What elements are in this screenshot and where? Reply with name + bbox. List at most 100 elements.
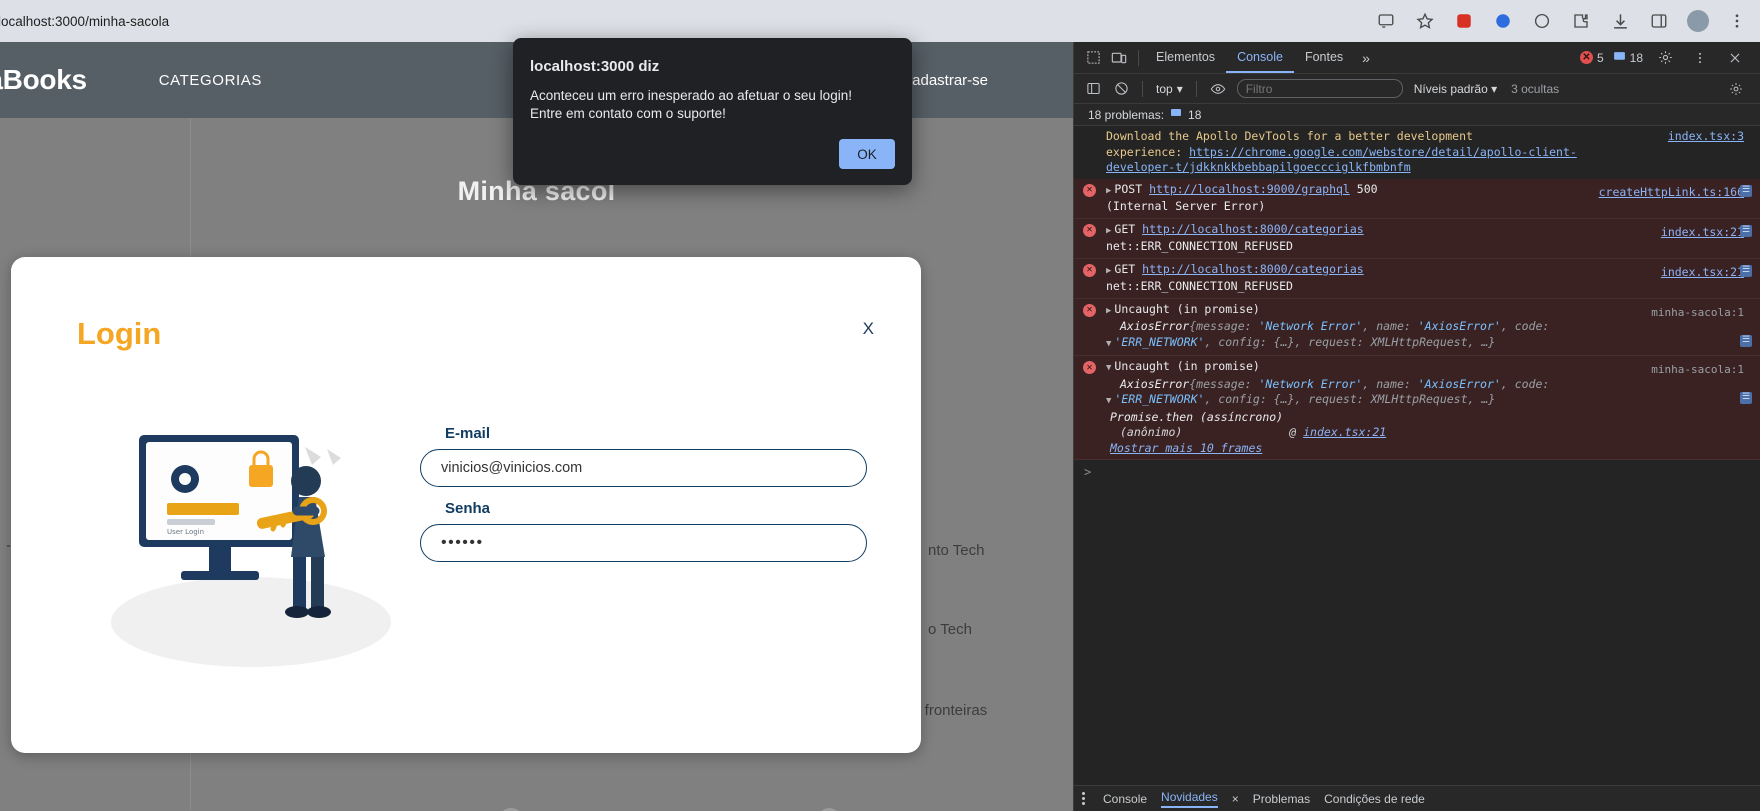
devtools-tabbar: Elementos Console Fontes » ✕ 5 18 xyxy=(1074,42,1760,74)
devtools-close-icon[interactable] xyxy=(1722,45,1748,71)
context-selector-value: top xyxy=(1156,81,1173,96)
get2-source-link[interactable]: index.tsx:21 xyxy=(1661,265,1744,281)
nav-item-cadastrar-se[interactable]: Cadastrar-se xyxy=(901,72,988,89)
extension-blue-icon[interactable] xyxy=(1492,10,1514,32)
devtools-kebab-icon[interactable] xyxy=(1687,45,1713,71)
uncaught1-str-c: 'ERR_NETWORK' xyxy=(1114,334,1205,349)
kebab-menu-icon[interactable] xyxy=(1726,10,1748,32)
expand-triangle-icon[interactable]: ▶ xyxy=(1106,266,1111,276)
get1-url[interactable]: http://localhost:8000/categorias xyxy=(1142,222,1364,236)
problems-message-icon xyxy=(1170,107,1182,122)
alert-ok-button[interactable]: OK xyxy=(839,139,895,169)
chevron-down-icon: ▾ xyxy=(1176,81,1183,96)
close-modal-button[interactable]: X xyxy=(863,319,874,339)
drawer-tab-condicoes-rede[interactable]: Condições de rede xyxy=(1324,792,1425,806)
uncaught2-str-c: 'ERR_NETWORK' xyxy=(1114,392,1205,406)
problems-bar[interactable]: 18 problemas: 18 xyxy=(1074,104,1760,126)
uncaught2-stack-line2: (anônimo) xyxy=(1120,425,1183,439)
drawer-tab-problemas[interactable]: Problemas xyxy=(1253,792,1310,806)
network-badge-icon[interactable]: ☰ xyxy=(1740,264,1752,277)
clear-console-icon[interactable] xyxy=(1108,76,1134,102)
apollo-info-source-link[interactable]: index.tsx:3 xyxy=(1668,129,1744,145)
get1-source-link[interactable]: index.tsx:21 xyxy=(1661,225,1744,241)
tab-elementos[interactable]: Elementos xyxy=(1145,42,1226,73)
expand-triangle-icon[interactable]: ▶ xyxy=(1106,186,1111,196)
show-more-frames-link[interactable]: Mostrar mais 10 frames xyxy=(1106,441,1262,455)
hidden-messages-count[interactable]: 3 ocultas xyxy=(1511,82,1559,96)
apollo-webstore-link-part1[interactable]: https://chrome.google.com/webstore/detai… xyxy=(1189,145,1577,159)
log-levels-dropdown[interactable]: Níveis padrão ▾ xyxy=(1414,82,1497,96)
network-badge-icon[interactable]: ☰ xyxy=(1740,224,1752,237)
network-badge-icon[interactable]: ☰ xyxy=(1740,184,1752,197)
network-badge-icon[interactable]: ☰ xyxy=(1740,334,1752,347)
console-log-list[interactable]: Download the Apollo DevTools for a bette… xyxy=(1074,126,1760,722)
drawer-kebab-icon[interactable] xyxy=(1082,792,1085,805)
login-form: E-mail Senha xyxy=(420,425,880,562)
post-source-link[interactable]: createHttpLink.ts:166 xyxy=(1599,185,1744,201)
devtools-drawer-statusbar: Console Novidades × Problemas Condições … xyxy=(1074,785,1760,811)
apollo-info-line2-prefix: experience: xyxy=(1106,144,1190,159)
address-bar-url[interactable]: localhost:3000/minha-sacola xyxy=(0,14,169,29)
console-filter-input[interactable] xyxy=(1236,79,1403,98)
collapse-triangle-icon[interactable]: ▼ xyxy=(1106,339,1111,349)
settings-gear-icon[interactable] xyxy=(1652,45,1678,71)
get1-detail: net::ERR_CONNECTION_REFUSED xyxy=(1106,239,1293,253)
uncaught2-text-c: , code: xyxy=(1500,376,1550,391)
live-expression-eye-icon[interactable] xyxy=(1205,76,1231,102)
profile-avatar-icon[interactable] xyxy=(1687,10,1709,32)
extension-red-icon[interactable] xyxy=(1453,10,1475,32)
log-entry-uncaught-1[interactable]: ✕ ▶ Uncaught (in promise) minha-sacola:1 … xyxy=(1074,298,1760,356)
console-settings-gear-icon[interactable] xyxy=(1723,76,1749,102)
get2-url[interactable]: http://localhost:8000/categorias xyxy=(1142,262,1364,276)
console-prompt[interactable]: > xyxy=(1074,460,1760,484)
error-count-badge[interactable]: ✕ 5 xyxy=(1579,51,1604,65)
uncaught1-str-a: 'Network Error' xyxy=(1258,319,1363,333)
side-panel-icon[interactable] xyxy=(1648,10,1670,32)
uncaught2-text-b: , name: xyxy=(1362,376,1418,391)
expand-triangle-icon[interactable]: ▶ xyxy=(1106,306,1111,316)
uncaught2-str-b: 'AxiosError' xyxy=(1417,376,1501,391)
password-input[interactable] xyxy=(420,524,867,562)
log-entry-post-graphql[interactable]: ✕ ▶ POST http://localhost:9000/graphql 50… xyxy=(1074,178,1760,219)
uncaught1-source: minha-sacola:1 xyxy=(1651,305,1744,319)
uncaught1-title: Uncaught (in promise) xyxy=(1114,301,1260,316)
site-logo[interactable]: uraBooks xyxy=(0,64,87,96)
nav-item-categorias[interactable]: CATEGORIAS xyxy=(159,72,262,89)
post-method: POST xyxy=(1114,181,1143,196)
get2-detail: net::ERR_CONNECTION_REFUSED xyxy=(1106,279,1293,293)
email-input[interactable] xyxy=(420,449,867,487)
console-sidebar-toggle-icon[interactable] xyxy=(1080,76,1106,102)
log-entry-get-categorias-2[interactable]: ✕ ▶ GET http://localhost:8000/categorias … xyxy=(1074,258,1760,299)
drawer-tab-close-icon[interactable]: × xyxy=(1232,792,1239,806)
post-url[interactable]: http://localhost:9000/graphql xyxy=(1149,182,1350,196)
log-entry-apollo-info[interactable]: Download the Apollo DevTools for a bette… xyxy=(1074,126,1760,179)
post-detail: (Internal Server Error) xyxy=(1106,199,1266,213)
background-item-1: nto Tech xyxy=(928,542,985,559)
tab-fontes[interactable]: Fontes xyxy=(1294,42,1354,73)
puzzle-icon[interactable] xyxy=(1570,10,1592,32)
inspect-element-icon[interactable] xyxy=(1080,45,1106,71)
star-icon[interactable] xyxy=(1414,10,1436,32)
collapse-triangle-icon[interactable]: ▼ xyxy=(1106,396,1111,406)
context-selector[interactable]: top ▾ xyxy=(1151,82,1188,96)
problems-label: 18 problemas: xyxy=(1088,107,1165,122)
cast-icon[interactable] xyxy=(1375,10,1397,32)
uncaught2-stack-link[interactable]: index.tsx:21 xyxy=(1303,425,1386,439)
message-count-badge[interactable]: 18 xyxy=(1613,50,1643,66)
log-entry-get-categorias-1[interactable]: ✕ ▶ GET http://localhost:8000/categorias … xyxy=(1074,218,1760,259)
expand-triangle-icon[interactable]: ▶ xyxy=(1106,226,1111,236)
uncaught2-stack-line1: Promise.then (assíncrono) xyxy=(1110,409,1284,424)
get2-method: GET xyxy=(1114,261,1136,276)
device-toolbar-icon[interactable] xyxy=(1106,45,1132,71)
collapse-triangle-icon[interactable]: ▼ xyxy=(1106,363,1111,373)
log-entry-uncaught-2[interactable]: ✕ ▼ Uncaught (in promise) minha-sacola:1 … xyxy=(1074,356,1760,460)
drawer-tab-console[interactable]: Console xyxy=(1103,792,1147,806)
extension-gray-icon[interactable] xyxy=(1531,10,1553,32)
network-badge-icon[interactable]: ☰ xyxy=(1740,392,1752,404)
download-icon[interactable] xyxy=(1609,10,1631,32)
apollo-webstore-link-part2[interactable]: developer-t/jdkknkkbebbapilgoeccciglkfbm… xyxy=(1106,160,1411,174)
tab-console[interactable]: Console xyxy=(1226,42,1294,73)
more-tabs-icon[interactable]: » xyxy=(1354,50,1378,66)
browser-toolbar: localhost:3000/minha-sacola xyxy=(0,0,1760,42)
drawer-tab-novidades[interactable]: Novidades xyxy=(1161,790,1218,808)
